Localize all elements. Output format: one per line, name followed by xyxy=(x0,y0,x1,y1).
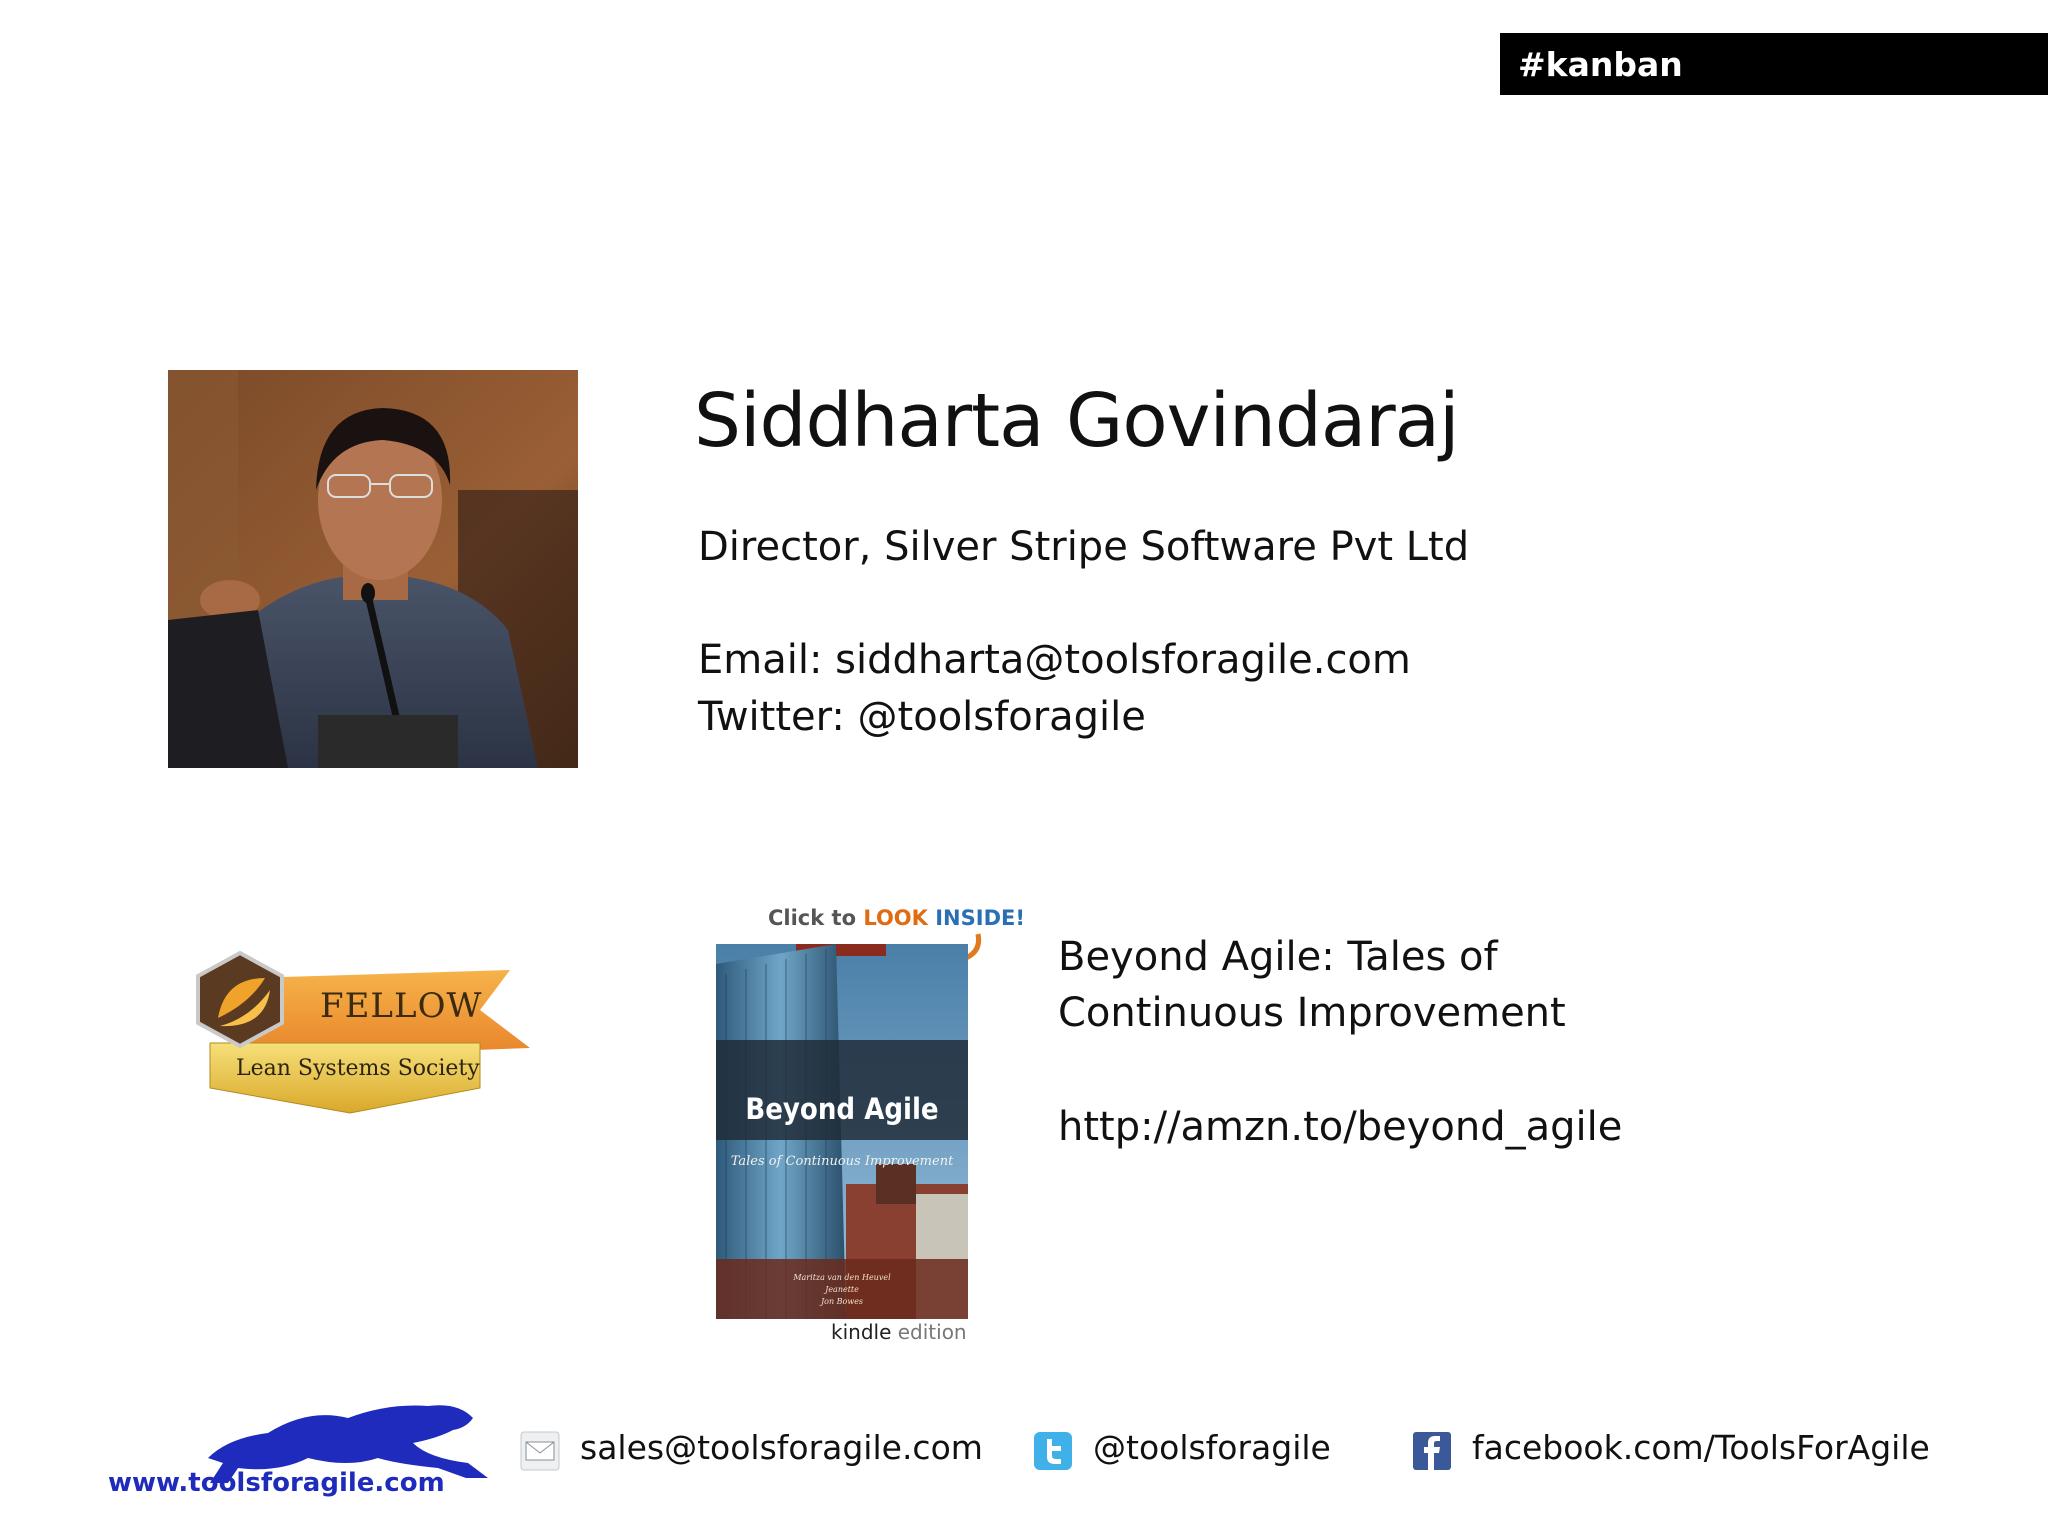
toolsforagile-logo[interactable]: www.toolsforagile.com xyxy=(108,1398,503,1510)
tag-label: #kanban xyxy=(1518,45,1683,84)
speaker-email: Email: siddharta@toolsforagile.com xyxy=(698,637,1411,683)
mail-icon xyxy=(520,1431,560,1471)
speaker-twitter: Twitter: @toolsforagile xyxy=(698,694,1146,740)
kindle-word: kindle xyxy=(831,1320,892,1344)
fellow-badge: FELLOW Lean Systems Society xyxy=(190,948,540,1123)
footer-facebook-text[interactable]: facebook.com/ToolsForAgile xyxy=(1472,1428,1930,1467)
logo-url[interactable]: www.toolsforagile.com xyxy=(108,1468,445,1498)
book-cover[interactable]: Beyond Agile Tales of Continuous Improve… xyxy=(716,944,968,1319)
footer-twitter-text[interactable]: @toolsforagile xyxy=(1093,1428,1331,1467)
edition-word: edition xyxy=(891,1320,967,1344)
look-inside-prefix: Click to xyxy=(768,906,864,930)
look-inside-look: LOOK xyxy=(863,906,928,930)
speaker-photo xyxy=(168,370,578,768)
footer-email-text[interactable]: sales@toolsforagile.com xyxy=(580,1428,983,1467)
book-cover-title: Beyond Agile xyxy=(745,1092,939,1126)
book-cover-subtitle: Tales of Continuous Improvement xyxy=(730,1154,954,1169)
book-title-line1: Beyond Agile: Tales of xyxy=(1058,934,1498,980)
book-author: Jeanette xyxy=(825,1285,859,1294)
kindle-edition-label: kindle edition xyxy=(831,1320,967,1344)
book-author: Jon Bowes xyxy=(820,1297,864,1306)
book-cover-authors: Maritza van den Heuvel Jeanette Jon Bowe… xyxy=(716,1272,968,1308)
book-look-inside[interactable]: Click to LOOK INSIDE! Beyond Agile Tales… xyxy=(708,900,1025,1355)
look-inside-label[interactable]: Click to LOOK INSIDE! xyxy=(768,906,1025,930)
badge-graphic xyxy=(196,950,530,1114)
look-inside-inside: INSIDE! xyxy=(927,906,1025,930)
book-url-link[interactable]: http://amzn.to/beyond_agile xyxy=(1058,1104,1622,1150)
speaker-name: Siddharta Govindaraj xyxy=(694,378,1460,464)
badge-title: FELLOW xyxy=(320,986,483,1026)
book-cover-art xyxy=(716,944,968,1319)
book-author: Maritza van den Heuvel xyxy=(793,1273,891,1282)
speaker-role: Director, Silver Stripe Software Pvt Ltd xyxy=(698,524,1470,570)
twitter-icon xyxy=(1034,1432,1072,1470)
badge-org: Lean Systems Society xyxy=(236,1056,480,1081)
tag-bar: #kanban xyxy=(1500,33,2048,95)
slide: #kanban Siddharta Govindaraj Director, S… xyxy=(0,0,2048,1535)
facebook-icon xyxy=(1413,1432,1451,1470)
book-title-line2: Continuous Improvement xyxy=(1058,990,1566,1036)
